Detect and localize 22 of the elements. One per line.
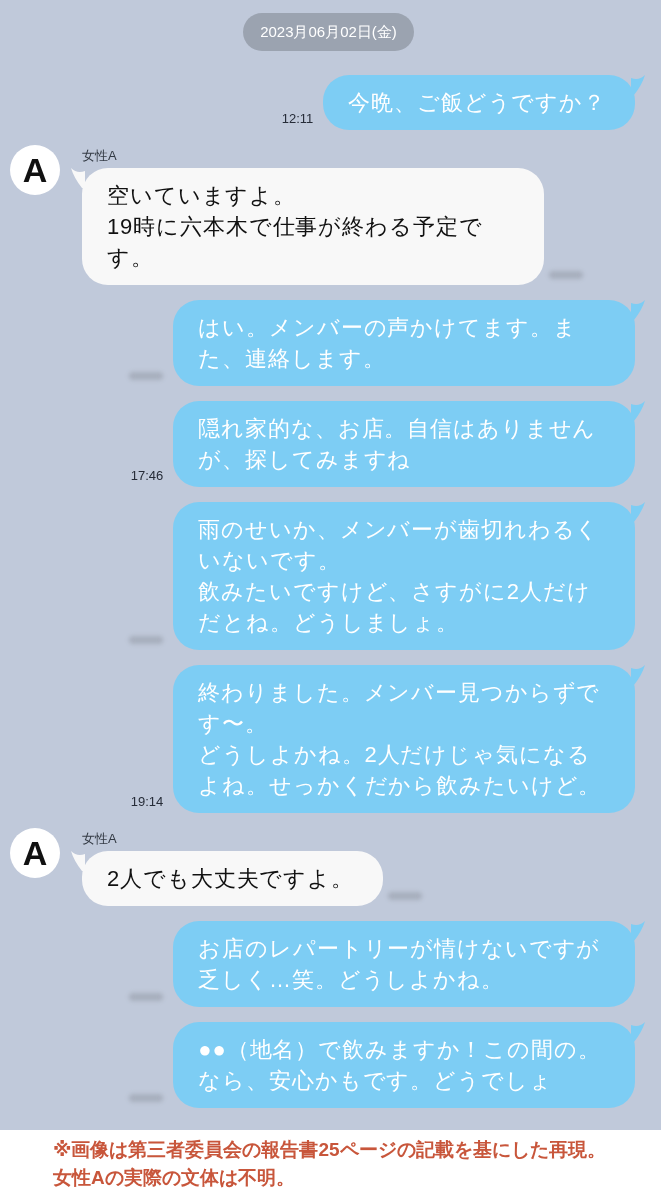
avatar: A (10, 828, 60, 878)
message-time: 12:11 (281, 111, 314, 127)
footnote-text: ※画像は第三者委員会の報告書25ページの記載を基にした再現。 (53, 1138, 606, 1162)
message-text: 19時に六本木で仕事が終わる予定です。 (107, 213, 484, 272)
sender-name: 女性A (82, 831, 117, 847)
message-text: 雨のせいか、メンバーが歯切れわるくいないです。 (198, 516, 601, 575)
message-time: 17:46 (130, 468, 164, 484)
message-text: 終わりました。メンバー見つからずです〜。 (198, 679, 602, 738)
message-text: 今晩、ご飯どうですか？ (348, 89, 606, 117)
message-time: 19:14 (130, 794, 164, 810)
message-text: 飲みたいですけど、さすがに2人だけだとね。どうしましょ。 (198, 578, 592, 637)
message-text: 空いていますよ。 (107, 182, 298, 210)
avatar: A (10, 145, 60, 195)
message-text: はい。メンバーの声かけてます。また、連絡します。 (198, 314, 578, 373)
sender-name: 女性A (82, 148, 117, 164)
message-text: どうしよかね。2人だけじゃ気になるよね。せっかくだから飲みたいけど。 (198, 741, 603, 800)
message-text: ●●（地名）で飲みますか！この間の。なら、安心かもです。どうでしょ (198, 1036, 602, 1095)
footnote-text: 女性Aの実際の文体は不明。 (53, 1166, 295, 1190)
date-chip: 2023月06月02日(金) (243, 13, 414, 51)
message-text: 2人でも大丈夫ですよ。 (107, 865, 354, 893)
message-text: お店のレパートリーが情けないですが乏しく…笑。どうしよかね。 (198, 935, 602, 994)
message-text: 隠れ家的な、お店。自信はありませんが、探してみますね (198, 415, 598, 474)
